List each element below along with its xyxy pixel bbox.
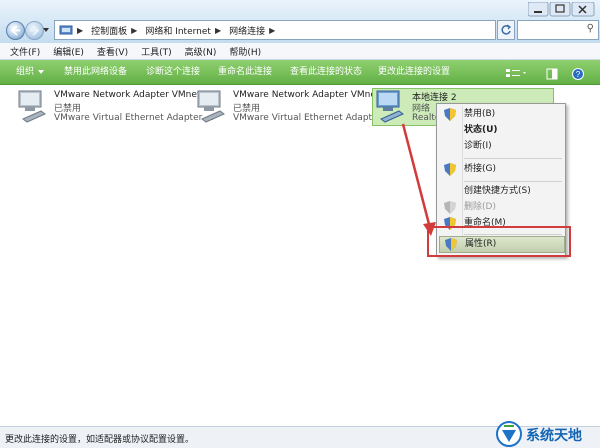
menu-item-label: 创建快捷方式(S) [464,186,531,196]
menu-item-label: 删除(D) [464,202,496,212]
menu-item-create-shortcut[interactable]: 创建快捷方式(S) [439,183,563,200]
menu-separator [464,158,562,159]
menu-item-label: 禁用(B) [464,109,496,119]
status-text: 更改此连接的设置，如适配器或协议配置设置。 [5,435,195,445]
menu-item-diagnose[interactable]: 诊断(I) [439,138,563,155]
menu-separator [464,181,562,182]
watermark-text: 系统天地 [526,428,582,444]
menu-item-bridge[interactable]: 桥接(G) [439,161,563,178]
menu-item-delete[interactable]: 删除(D) [439,199,563,216]
watermark-logo [496,421,522,447]
menu-item-label: 状态(U) [464,125,498,135]
menu-item-status[interactable]: 状态(U) [439,122,563,139]
shield-icon [444,108,456,121]
shield-icon [444,163,456,176]
menu-item-disable[interactable]: 禁用(B) [439,106,563,123]
shield-icon [444,201,456,214]
properties-highlight-box [427,226,571,257]
watermark: 系统天地 [494,420,600,447]
menu-item-label: 桥接(G) [464,164,496,174]
menu-item-label: 诊断(I) [464,141,492,151]
